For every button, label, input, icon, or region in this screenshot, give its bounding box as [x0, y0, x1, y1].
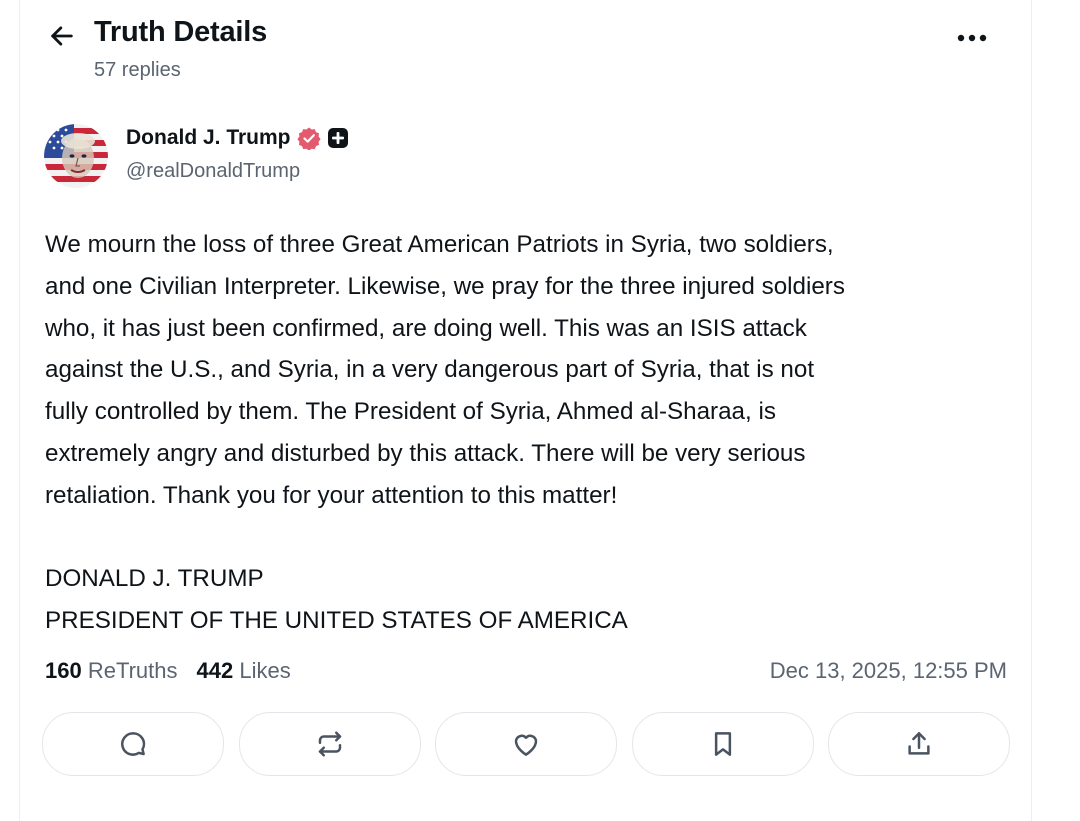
share-button[interactable]: [828, 712, 1010, 776]
back-button[interactable]: [44, 18, 80, 54]
retruths-label: ReTruths: [87, 658, 178, 683]
more-options-button[interactable]: [952, 20, 992, 56]
post-body: We mourn the loss of three Great America…: [45, 224, 1015, 642]
author-row: Donald J. Trump: [126, 126, 349, 150]
reply-count: 57 replies: [94, 59, 181, 81]
author-name[interactable]: Donald J. Trump: [126, 126, 291, 150]
share-icon: [908, 732, 930, 755]
retruth-button[interactable]: [239, 712, 421, 776]
post-line: and one Civilian Interpreter. Likewise, …: [45, 272, 845, 300]
ellipsis-icon: [957, 34, 987, 42]
post-line: against the U.S., and Syria, in a very d…: [45, 356, 815, 384]
avatar-image: [44, 124, 108, 188]
author-handle[interactable]: @realDonaldTrump: [126, 160, 300, 183]
plus-badge-icon: [327, 128, 348, 148]
post-stats: 160 ReTruths 442 Likes: [45, 658, 291, 684]
arrow-left-icon: [51, 26, 73, 46]
avatar[interactable]: [44, 124, 108, 188]
likes-stat[interactable]: 442 Likes: [197, 658, 291, 684]
page-title: Truth Details: [94, 16, 268, 48]
signature-title: PRESIDENT OF THE UNITED STATES OF AMERIC…: [45, 607, 628, 635]
post-line: who, it has just been confirmed, are doi…: [45, 314, 807, 342]
signature-name: DONALD J. TRUMP: [45, 565, 264, 593]
post-line: extremely angry and disturbed by this at…: [45, 439, 806, 467]
post-line: We mourn the loss of three Great America…: [45, 231, 834, 258]
heart-icon: [514, 734, 538, 756]
post-line: retaliation. Thank you for your attentio…: [45, 481, 618, 509]
likes-count: 442: [196, 658, 234, 683]
right-divider: [1031, 0, 1032, 821]
action-bar: [42, 712, 1010, 776]
reply-button[interactable]: [42, 712, 224, 776]
bookmark-icon: [714, 732, 732, 756]
likes-label: Likes: [239, 658, 291, 683]
post-line: fully controlled by them. The President …: [45, 398, 776, 426]
repost-icon: [318, 731, 342, 757]
retruths-count: 160: [45, 658, 82, 683]
left-divider: [19, 0, 20, 821]
truth-details-page: Truth Details 57 replies Donald J. Trump…: [0, 0, 1080, 821]
bookmark-button[interactable]: [632, 712, 814, 776]
comment-icon: [121, 732, 146, 756]
post-timestamp: Dec 13, 2025, 12:55 PM: [769, 658, 1007, 683]
verified-badge-icon: [296, 127, 321, 150]
retruths-stat[interactable]: 160 ReTruths: [45, 658, 178, 684]
like-button[interactable]: [435, 712, 617, 776]
